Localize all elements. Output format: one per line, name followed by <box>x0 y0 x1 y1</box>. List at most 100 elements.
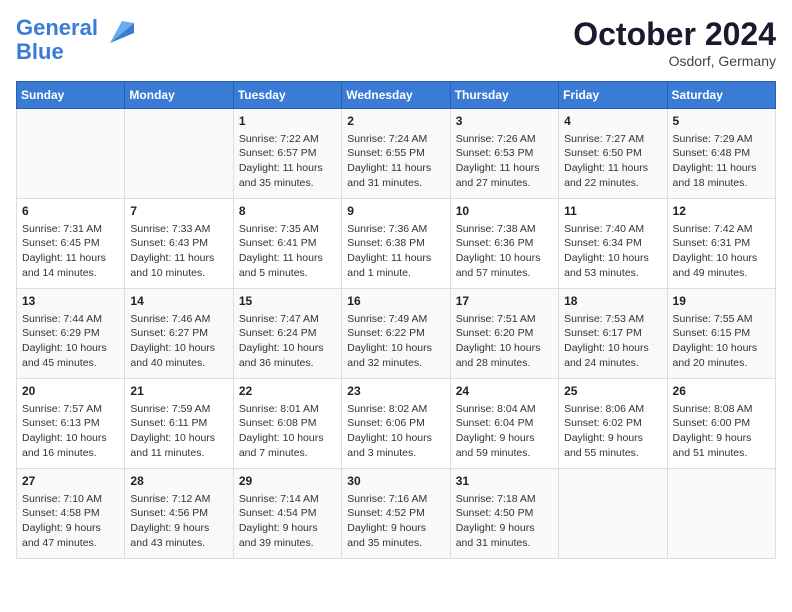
day-number: 19 <box>673 293 770 310</box>
calendar-cell: 23 Sunrise: 8:02 AM Sunset: 6:06 PM Dayli… <box>342 379 450 469</box>
day-number: 4 <box>564 113 661 130</box>
calendar-cell <box>17 109 125 199</box>
day-number: 15 <box>239 293 336 310</box>
day-number: 13 <box>22 293 119 310</box>
calendar-cell: 14 Sunrise: 7:46 AM Sunset: 6:27 PM Dayli… <box>125 289 233 379</box>
calendar-header: SundayMondayTuesdayWednesdayThursdayFrid… <box>17 82 776 109</box>
calendar-cell: 2 Sunrise: 7:24 AM Sunset: 6:55 PM Daylig… <box>342 109 450 199</box>
day-number: 8 <box>239 203 336 220</box>
day-number: 1 <box>239 113 336 130</box>
calendar-cell: 29 Sunrise: 7:14 AM Sunset: 4:54 PM Dayli… <box>233 469 341 559</box>
day-content: Sunrise: 7:51 AM Sunset: 6:20 PM Dayligh… <box>456 312 553 371</box>
calendar-cell: 7Sunrise: 7:33 AM Sunset: 6:43 PM Daylig… <box>125 199 233 289</box>
weekday-row: SundayMondayTuesdayWednesdayThursdayFrid… <box>17 82 776 109</box>
week-row-2: 6Sunrise: 7:31 AM Sunset: 6:45 PM Daylig… <box>17 199 776 289</box>
weekday-tuesday: Tuesday <box>233 82 341 109</box>
day-content: Sunrise: 7:44 AM Sunset: 6:29 PM Dayligh… <box>22 312 119 371</box>
calendar-cell: 19 Sunrise: 7:55 AM Sunset: 6:15 PM Dayli… <box>667 289 775 379</box>
day-content: Sunrise: 7:42 AM Sunset: 6:31 PM Dayligh… <box>673 222 770 281</box>
calendar-cell: 8 Sunrise: 7:35 AM Sunset: 6:41 PM Daylig… <box>233 199 341 289</box>
day-content: Sunrise: 7:57 AM Sunset: 6:13 PM Dayligh… <box>22 402 119 461</box>
calendar-cell: 22 Sunrise: 8:01 AM Sunset: 6:08 PM Dayli… <box>233 379 341 469</box>
weekday-saturday: Saturday <box>667 82 775 109</box>
weekday-sunday: Sunday <box>17 82 125 109</box>
day-content: Sunrise: 7:12 AM Sunset: 4:56 PM Dayligh… <box>130 492 227 551</box>
day-content: Sunrise: 7:47 AM Sunset: 6:24 PM Dayligh… <box>239 312 336 371</box>
logo-icon <box>102 15 134 47</box>
day-number: 22 <box>239 383 336 400</box>
weekday-friday: Friday <box>559 82 667 109</box>
day-number: 18 <box>564 293 661 310</box>
day-content: Sunrise: 8:06 AM Sunset: 6:02 PM Dayligh… <box>564 402 661 461</box>
calendar-cell <box>559 469 667 559</box>
day-number: 25 <box>564 383 661 400</box>
calendar-cell: 16 Sunrise: 7:49 AM Sunset: 6:22 PM Dayli… <box>342 289 450 379</box>
day-number: 16 <box>347 293 444 310</box>
day-content: Sunrise: 8:01 AM Sunset: 6:08 PM Dayligh… <box>239 402 336 461</box>
day-content: Sunrise: 7:38 AM Sunset: 6:36 PM Dayligh… <box>456 222 553 281</box>
day-content: Sunrise: 7:46 AM Sunset: 6:27 PM Dayligh… <box>130 312 227 371</box>
calendar-cell: 27Sunrise: 7:10 AM Sunset: 4:58 PM Dayli… <box>17 469 125 559</box>
calendar-table: SundayMondayTuesdayWednesdayThursdayFrid… <box>16 81 776 559</box>
day-number: 2 <box>347 113 444 130</box>
week-row-1: 1Sunrise: 7:22 AM Sunset: 6:57 PM Daylig… <box>17 109 776 199</box>
calendar-cell: 31 Sunrise: 7:18 AM Sunset: 4:50 PM Dayli… <box>450 469 558 559</box>
calendar-cell: 4 Sunrise: 7:27 AM Sunset: 6:50 PM Daylig… <box>559 109 667 199</box>
calendar-cell: 24Sunrise: 8:04 AM Sunset: 6:04 PM Dayli… <box>450 379 558 469</box>
weekday-monday: Monday <box>125 82 233 109</box>
day-content: Sunrise: 7:49 AM Sunset: 6:22 PM Dayligh… <box>347 312 444 371</box>
month-title: October 2024 <box>573 16 776 53</box>
day-number: 29 <box>239 473 336 490</box>
day-number: 31 <box>456 473 553 490</box>
day-content: Sunrise: 8:02 AM Sunset: 6:06 PM Dayligh… <box>347 402 444 461</box>
calendar-cell <box>667 469 775 559</box>
day-number: 14 <box>130 293 227 310</box>
calendar-cell: 6Sunrise: 7:31 AM Sunset: 6:45 PM Daylig… <box>17 199 125 289</box>
day-content: Sunrise: 7:27 AM Sunset: 6:50 PM Dayligh… <box>564 132 661 191</box>
calendar-cell: 13 Sunrise: 7:44 AM Sunset: 6:29 PM Dayli… <box>17 289 125 379</box>
day-content: Sunrise: 7:40 AM Sunset: 6:34 PM Dayligh… <box>564 222 661 281</box>
week-row-5: 27Sunrise: 7:10 AM Sunset: 4:58 PM Dayli… <box>17 469 776 559</box>
calendar-cell: 15 Sunrise: 7:47 AM Sunset: 6:24 PM Dayli… <box>233 289 341 379</box>
day-number: 5 <box>673 113 770 130</box>
day-number: 20 <box>22 383 119 400</box>
day-number: 30 <box>347 473 444 490</box>
day-content: Sunrise: 8:08 AM Sunset: 6:00 PM Dayligh… <box>673 402 770 461</box>
day-number: 24 <box>456 383 553 400</box>
day-content: Sunrise: 7:14 AM Sunset: 4:54 PM Dayligh… <box>239 492 336 551</box>
day-content: Sunrise: 7:16 AM Sunset: 4:52 PM Dayligh… <box>347 492 444 551</box>
day-content: Sunrise: 7:59 AM Sunset: 6:11 PM Dayligh… <box>130 402 227 461</box>
day-content: Sunrise: 7:24 AM Sunset: 6:55 PM Dayligh… <box>347 132 444 191</box>
weekday-wednesday: Wednesday <box>342 82 450 109</box>
location: Osdorf, Germany <box>573 53 776 69</box>
day-content: Sunrise: 7:26 AM Sunset: 6:53 PM Dayligh… <box>456 132 553 191</box>
day-content: Sunrise: 7:36 AM Sunset: 6:38 PM Dayligh… <box>347 222 444 281</box>
day-number: 26 <box>673 383 770 400</box>
calendar-cell: 1Sunrise: 7:22 AM Sunset: 6:57 PM Daylig… <box>233 109 341 199</box>
logo-text: General Blue <box>16 16 98 64</box>
day-number: 3 <box>456 113 553 130</box>
calendar-cell: 26 Sunrise: 8:08 AM Sunset: 6:00 PM Dayli… <box>667 379 775 469</box>
day-number: 12 <box>673 203 770 220</box>
day-number: 28 <box>130 473 227 490</box>
calendar-cell: 17Sunrise: 7:51 AM Sunset: 6:20 PM Dayli… <box>450 289 558 379</box>
title-block: October 2024 Osdorf, Germany <box>573 16 776 69</box>
day-number: 7 <box>130 203 227 220</box>
calendar-cell: 28 Sunrise: 7:12 AM Sunset: 4:56 PM Dayli… <box>125 469 233 559</box>
calendar-cell: 5Sunrise: 7:29 AM Sunset: 6:48 PM Daylig… <box>667 109 775 199</box>
day-content: Sunrise: 7:35 AM Sunset: 6:41 PM Dayligh… <box>239 222 336 281</box>
week-row-4: 20 Sunrise: 7:57 AM Sunset: 6:13 PM Dayli… <box>17 379 776 469</box>
day-content: Sunrise: 7:10 AM Sunset: 4:58 PM Dayligh… <box>22 492 119 551</box>
calendar-cell: 18 Sunrise: 7:53 AM Sunset: 6:17 PM Dayli… <box>559 289 667 379</box>
calendar-cell: 11Sunrise: 7:40 AM Sunset: 6:34 PM Dayli… <box>559 199 667 289</box>
calendar-cell: 10Sunrise: 7:38 AM Sunset: 6:36 PM Dayli… <box>450 199 558 289</box>
day-content: Sunrise: 7:53 AM Sunset: 6:17 PM Dayligh… <box>564 312 661 371</box>
day-number: 21 <box>130 383 227 400</box>
day-content: Sunrise: 7:55 AM Sunset: 6:15 PM Dayligh… <box>673 312 770 371</box>
day-number: 6 <box>22 203 119 220</box>
day-content: Sunrise: 7:18 AM Sunset: 4:50 PM Dayligh… <box>456 492 553 551</box>
calendar-cell: 20 Sunrise: 7:57 AM Sunset: 6:13 PM Dayli… <box>17 379 125 469</box>
calendar-cell: 9Sunrise: 7:36 AM Sunset: 6:38 PM Daylig… <box>342 199 450 289</box>
week-row-3: 13 Sunrise: 7:44 AM Sunset: 6:29 PM Dayli… <box>17 289 776 379</box>
day-number: 23 <box>347 383 444 400</box>
